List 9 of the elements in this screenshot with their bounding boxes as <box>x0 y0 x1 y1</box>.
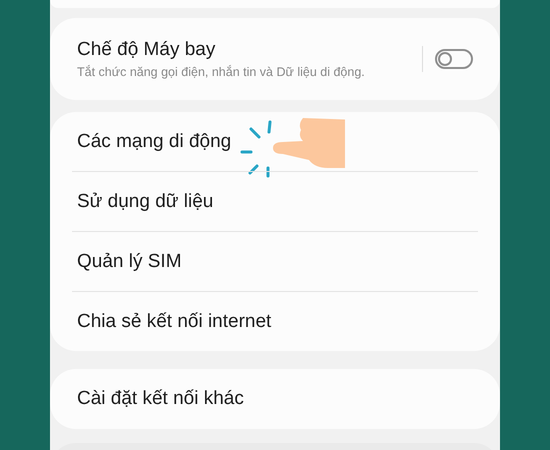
settings-item[interactable]: Sử dụng dữ liệu <box>77 190 214 212</box>
settings-item[interactable]: Cài đặt kết nối khác <box>77 388 244 410</box>
setting-title: Chế độ Máy bay <box>77 39 216 61</box>
setting-description: Tắt chức năng gọi điện, nhắn tin và Dữ liệu di động. <box>77 65 366 79</box>
airplane-mode-row[interactable]: Chế độ Máy bay Tắt chức năng gọi điện, nhắn tin và Dữ liệu di động. <box>50 18 500 100</box>
settings-item[interactable]: Quản lý SIM <box>77 250 182 272</box>
settings-item[interactable]: Chia sẻ kết nối internet <box>77 310 272 332</box>
settings-item[interactable]: Các mạng di động <box>77 130 232 152</box>
toggle-switch[interactable] <box>435 49 473 69</box>
